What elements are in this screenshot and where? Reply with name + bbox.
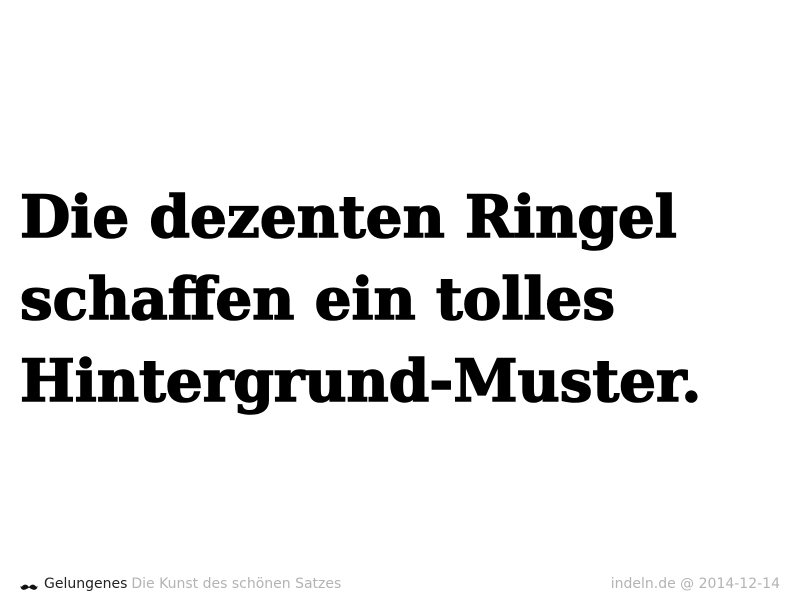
credit: indeln.de @ 2014-12-14 (610, 576, 780, 592)
headline-line-2: schaffen ein tolles (19, 264, 616, 334)
headline: Die dezenten Ringel schaffen ein tolles … (19, 176, 790, 422)
tagline: Die Kunst des schönen Satzes (131, 576, 342, 592)
headline-line-1: Die dezenten Ringel (19, 182, 677, 252)
brand-name: Gelungenes (44, 576, 128, 592)
footer-brand: Gelungenes Die Kunst des schönen Satzes (20, 574, 341, 594)
slide: Die dezenten Ringel schaffen ein tolles … (0, 0, 800, 600)
mustache-icon (20, 579, 38, 590)
headline-line-3: Hintergrund-Muster. (19, 346, 702, 416)
footer: Gelungenes Die Kunst des schönen Satzes … (20, 574, 780, 594)
